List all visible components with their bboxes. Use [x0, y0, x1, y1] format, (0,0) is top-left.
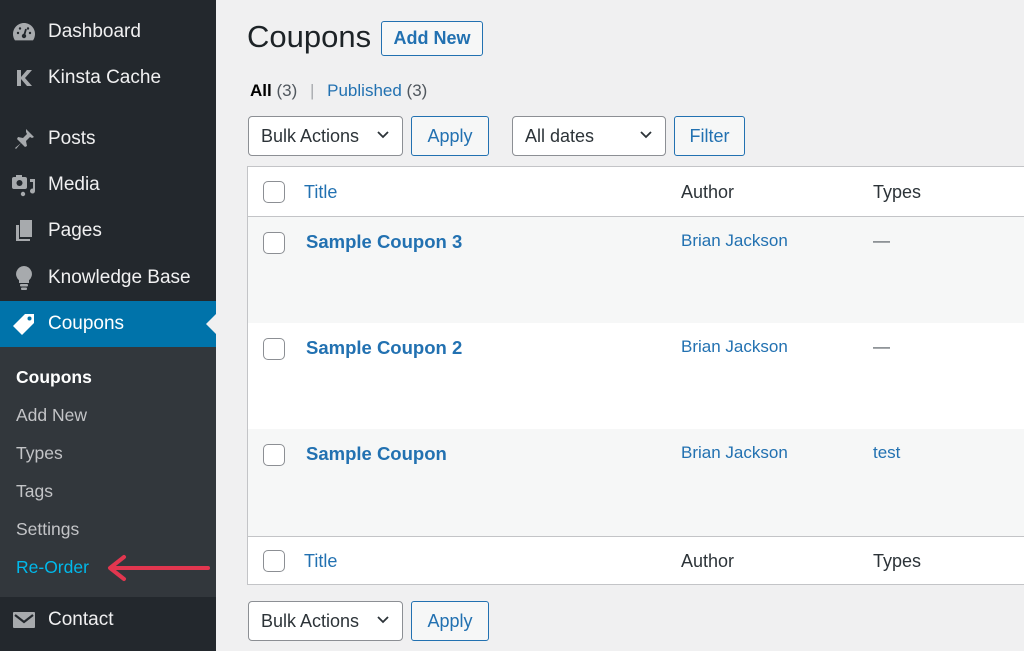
- add-new-button[interactable]: Add New: [381, 21, 483, 56]
- tag-icon: [0, 312, 48, 336]
- view-published-count: (3): [406, 81, 428, 100]
- table-row: Sample Coupon 3 Brian Jackson —: [248, 217, 1024, 323]
- bulk-actions-select-bottom[interactable]: Bulk Actions: [248, 601, 403, 641]
- column-footer-author: Author: [681, 551, 735, 571]
- page-title: Coupons: [247, 19, 372, 54]
- sidebar-item-pages[interactable]: Pages: [0, 208, 216, 254]
- view-published-link[interactable]: Published: [327, 81, 402, 100]
- row-title-link[interactable]: Sample Coupon: [306, 443, 447, 465]
- chevron-down-icon: [377, 616, 389, 624]
- sidebar-item-kinsta-cache[interactable]: Kinsta Cache: [0, 55, 216, 101]
- row-author-link[interactable]: Brian Jackson: [681, 337, 788, 357]
- row-types: —: [873, 231, 890, 250]
- bulk-actions-value: Bulk Actions: [261, 610, 360, 631]
- column-header-types: Types: [873, 182, 922, 202]
- sidebar-item-coupons[interactable]: Coupons: [0, 301, 216, 347]
- chevron-down-icon: [640, 131, 652, 139]
- row-checkbox[interactable]: [263, 444, 285, 466]
- submenu-item-coupons[interactable]: Coupons: [16, 367, 92, 388]
- sidebar-item-label: Kinsta Cache: [48, 67, 162, 88]
- row-types-link[interactable]: test: [873, 443, 900, 463]
- bulk-actions-select-top[interactable]: Bulk Actions: [248, 116, 403, 156]
- coupons-table: Title Author Types Sample Coupon 3 Brian…: [247, 166, 1024, 585]
- submenu-item-tags[interactable]: Tags: [16, 481, 53, 502]
- sidebar-item-label: Knowledge Base: [48, 267, 191, 288]
- sidebar-item-posts[interactable]: Posts: [0, 116, 216, 162]
- table-header: Title Author Types: [248, 167, 1024, 217]
- main-content: Coupons Add New All (3) | Published (3) …: [216, 0, 1024, 651]
- submenu-item-re-order[interactable]: Re-Order: [16, 557, 89, 578]
- sidebar-item-contact[interactable]: Contact: [0, 597, 216, 643]
- column-header-author: Author: [681, 182, 735, 202]
- date-filter-value: All dates: [525, 125, 595, 146]
- view-all-link[interactable]: All: [250, 81, 272, 100]
- kinsta-k-icon: [0, 68, 48, 88]
- lightbulb-icon: [0, 265, 48, 291]
- table-row: Sample Coupon Brian Jackson test: [248, 429, 1024, 536]
- sidebar-item-dashboard[interactable]: Dashboard: [0, 9, 216, 55]
- column-footer-types: Types: [873, 551, 922, 571]
- apply-button-bottom[interactable]: Apply: [411, 601, 489, 641]
- sidebar-item-label: Dashboard: [48, 21, 141, 42]
- row-checkbox[interactable]: [263, 232, 285, 254]
- admin-sidebar: Dashboard Kinsta Cache Posts Media Pages…: [0, 0, 216, 651]
- sidebar-item-knowledge-base[interactable]: Knowledge Base: [0, 255, 216, 301]
- annotation-arrow-icon: [108, 555, 210, 581]
- column-header-title[interactable]: Title: [304, 182, 337, 203]
- table-row: Sample Coupon 2 Brian Jackson —: [248, 323, 1024, 429]
- column-footer-title[interactable]: Title: [304, 551, 337, 572]
- active-menu-indicator: [206, 314, 216, 334]
- submenu-item-settings[interactable]: Settings: [16, 519, 79, 540]
- view-separator: |: [309, 81, 315, 100]
- view-all-count: (3): [276, 81, 298, 100]
- bulk-actions-value: Bulk Actions: [261, 125, 360, 146]
- sidebar-item-label: Pages: [48, 220, 102, 241]
- submenu-item-add-new[interactable]: Add New: [16, 405, 87, 426]
- pages-icon: [0, 219, 48, 243]
- table-footer: Title Author Types: [248, 536, 1024, 584]
- sidebar-item-media[interactable]: Media: [0, 162, 216, 208]
- apply-button-top[interactable]: Apply: [411, 116, 489, 156]
- submenu-item-types[interactable]: Types: [16, 443, 63, 464]
- row-checkbox[interactable]: [263, 338, 285, 360]
- date-filter-select[interactable]: All dates: [512, 116, 666, 156]
- dashboard-icon: [0, 21, 48, 43]
- envelope-icon: [0, 611, 48, 629]
- sidebar-item-label: Posts: [48, 128, 96, 149]
- select-all-checkbox[interactable]: [263, 181, 285, 203]
- chevron-down-icon: [377, 131, 389, 139]
- sidebar-item-label: Contact: [48, 609, 114, 630]
- media-icon: [0, 173, 48, 197]
- row-author-link[interactable]: Brian Jackson: [681, 443, 788, 463]
- select-all-checkbox-bottom[interactable]: [263, 550, 285, 572]
- filter-button[interactable]: Filter: [674, 116, 745, 156]
- sidebar-item-label: Media: [48, 174, 100, 195]
- pushpin-icon: [0, 127, 48, 151]
- row-title-link[interactable]: Sample Coupon 3: [306, 231, 462, 253]
- row-types: —: [873, 337, 890, 356]
- row-author-link[interactable]: Brian Jackson: [681, 231, 788, 251]
- view-filters: All (3) | Published (3): [250, 81, 427, 101]
- sidebar-item-label: Coupons: [48, 313, 125, 334]
- row-title-link[interactable]: Sample Coupon 2: [306, 337, 462, 359]
